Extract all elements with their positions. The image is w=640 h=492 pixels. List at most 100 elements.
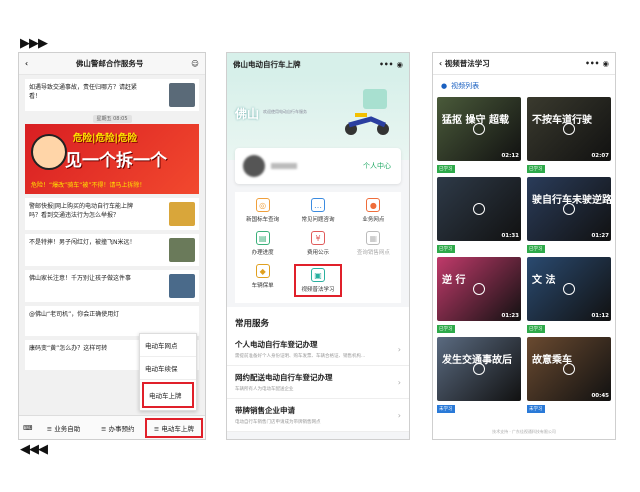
service-item[interactable]: 个人电动自行车登记办理 需提前准备好个人身份证明、购车发票、车辆合格证、销售机构.… xyxy=(227,333,409,366)
app-title: 佛山电动自行车上牌 xyxy=(233,59,301,69)
message-item[interactable]: 如遇导致交通事故，责任归哪方？请赶紧看！ xyxy=(25,79,199,111)
phone-wechat-account: ‹ 佛山警邮合作服务号 ☺ 如遇导致交通事故，责任归哪方？请赶紧看！ 星期五 0… xyxy=(18,52,206,440)
video-duration: 02:07 xyxy=(591,153,609,159)
chevron-right-icon: › xyxy=(397,345,401,354)
keyboard-icon[interactable]: ⌨ xyxy=(19,424,36,432)
city-name: 佛山 xyxy=(235,107,260,121)
video-item[interactable]: 故意乘车 00:45 未学习 xyxy=(527,337,611,413)
thumbnail xyxy=(169,238,195,262)
back-arrows: ◀◀◀ xyxy=(20,442,48,457)
avatar xyxy=(243,155,265,177)
back-icon[interactable]: ‹ xyxy=(25,59,28,68)
play-icon xyxy=(473,123,485,135)
play-icon xyxy=(473,203,485,215)
grid-item[interactable]: ◎ 新国标车查询 xyxy=(235,198,290,223)
status-badge: 已学习 xyxy=(437,325,455,333)
video-thumbnail: 驶自行车未驶逆路 01:27 xyxy=(527,177,611,241)
status-badge: 未学习 xyxy=(437,405,455,413)
fee-icon: ¥ xyxy=(310,231,325,245)
play-icon xyxy=(563,363,575,375)
user-card[interactable]: 个人中心 xyxy=(235,148,401,184)
thumbnail xyxy=(169,202,195,226)
profile-icon[interactable]: ☺ xyxy=(191,59,199,68)
thumbnail xyxy=(169,83,195,107)
video-duration: 01:27 xyxy=(591,233,609,239)
status-badge: 已学习 xyxy=(527,325,545,333)
status-badge: 已学习 xyxy=(437,245,455,253)
grid-item[interactable]: … 常见问题咨询 xyxy=(290,198,345,223)
video-duration: 01:23 xyxy=(501,313,519,319)
message-item[interactable]: 警邮快报|网上购买的电动自行车能上牌吗？看到交通违法行为怎么举报？ xyxy=(25,198,199,230)
menu-item-registration[interactable]: 电动车上牌 xyxy=(142,382,194,408)
section-title: 常用服务 xyxy=(227,307,409,333)
service-grid: ◎ 新国标车查询 … 常见问题咨询 ● 业务网点 ▤ 办理进度 ¥ 费用公示 ▦ 查询销售网… xyxy=(235,192,401,303)
submenu-popup: 电动车网点 电动车续保 电动车上牌 xyxy=(139,333,197,411)
grid-item[interactable]: ¥ 费用公示 xyxy=(290,231,345,256)
play-icon xyxy=(473,363,485,375)
cartoon-face-icon xyxy=(31,134,67,170)
menu-item-outlets[interactable]: 电动车网点 xyxy=(140,334,196,357)
tab-appointment[interactable]: ≡ 办事预约 xyxy=(91,423,145,433)
play-icon xyxy=(563,203,575,215)
video-thumbnail: 不按车道行驶 02:07 xyxy=(527,97,611,161)
grid-item[interactable]: ▦ 查询销售网点 xyxy=(346,231,401,256)
message-item[interactable]: 不是特摔！男子闯红灯，被撞飞N米远！ xyxy=(25,234,199,266)
account-title: 佛山警邮合作服务号 xyxy=(75,59,144,68)
shield-icon: ◆ xyxy=(255,264,270,278)
video-thumbnail: 逆 行 01:23 xyxy=(437,257,521,321)
personal-center-link[interactable]: 个人中心 xyxy=(363,161,391,171)
list-icon: ● xyxy=(441,82,448,90)
video-duration: 00:45 xyxy=(591,393,609,399)
phone-miniprogram-home: 佛山电动自行车上牌 ••• ◉ 佛山 欢迎使用电动自行车服务 个人中心 ◎ 新国标车… xyxy=(226,52,410,440)
capsule-menu[interactable]: ••• ◉ xyxy=(379,60,403,69)
video-item[interactable]: 发生交通事故后 未学习 xyxy=(437,337,521,413)
video-thumbnail: 01:31 xyxy=(437,177,521,241)
forward-arrows: ▶▶▶ xyxy=(20,36,48,51)
grid-item-video-learning[interactable]: ▣ 视频普法学习 xyxy=(294,264,342,297)
chevron-right-icon: › xyxy=(397,378,401,387)
video-caption: 逆 行 xyxy=(442,275,466,286)
chevron-right-icon: › xyxy=(397,411,401,420)
scooter-illustration-icon xyxy=(345,89,389,135)
service-item[interactable]: 带牌销售企业申请 电动自行车销售门店申请成为带牌销售网点 › xyxy=(227,399,409,432)
footer: 技术支持 · 广东佳视通科技有限公司 xyxy=(492,429,556,434)
video-item[interactable]: 01:31 已学习 xyxy=(437,177,521,253)
status-badge: 已学习 xyxy=(437,165,455,173)
tab-self-service[interactable]: ≡ 业务自助 xyxy=(36,423,90,433)
grid-item[interactable]: ◆ 车辆保单 xyxy=(235,264,290,297)
message-item[interactable]: @佛山“老司机”，你会正确使用灯 xyxy=(25,306,199,336)
service-item[interactable]: 网约配送电动自行车登记办理 车辆所有人为电动车配送企业 › xyxy=(227,366,409,399)
close-icon: ◉ xyxy=(396,59,403,69)
phone-video-list: ‹ 视频普法学习 ••• ◉ ● 视频列表 猛抠 操守 超载 02:12 已学习 不按车道… xyxy=(432,52,616,440)
video-thumbnail: 猛抠 操守 超载 02:12 xyxy=(437,97,521,161)
video-item[interactable]: 逆 行 01:23 已学习 xyxy=(437,257,521,333)
bottom-menu: ⌨ ≡ 业务自助 ≡ 办事预约 ≡ 电动车上牌 xyxy=(19,415,205,439)
more-icon: ••• xyxy=(379,59,394,69)
video-icon: ▣ xyxy=(310,268,325,282)
close-icon: ◉ xyxy=(602,59,609,68)
video-caption: 文 法 xyxy=(532,275,556,286)
video-duration: 01:31 xyxy=(501,233,519,239)
menu-item-insurance[interactable]: 电动车续保 xyxy=(140,357,196,380)
nav-bar: 佛山电动自行车上牌 ••• ◉ xyxy=(227,53,409,75)
grid-item[interactable]: ● 业务网点 xyxy=(346,198,401,223)
video-thumbnail: 文 法 01:12 xyxy=(527,257,611,321)
back-icon[interactable]: ‹ 视频普法学习 xyxy=(439,58,490,69)
video-duration: 02:12 xyxy=(501,153,519,159)
video-item[interactable]: 不按车道行驶 02:07 已学习 xyxy=(527,97,611,173)
video-item[interactable]: 驶自行车未驶逆路 01:27 已学习 xyxy=(527,177,611,253)
video-thumbnail: 故意乘车 00:45 xyxy=(527,337,611,401)
chat-icon: … xyxy=(310,198,325,212)
message-item[interactable]: 佛山家长注意！千万别让孩子做这件事 xyxy=(25,270,199,302)
status-badge: 已学习 xyxy=(527,165,545,173)
warning-banner[interactable]: 危险|危险|危险 见一个拆一个 危险！“爆改”骑车“被”不得！请马上拆除！ xyxy=(25,124,199,194)
grid-item[interactable]: ▤ 办理进度 xyxy=(235,231,290,256)
tab-ebike-registration[interactable]: ≡ 电动车上牌 xyxy=(144,417,203,438)
list-header: ● 视频列表 xyxy=(441,82,480,90)
nav-bar: ‹ 佛山警邮合作服务号 ☺ xyxy=(19,53,205,75)
video-item[interactable]: 文 法 01:12 已学习 xyxy=(527,257,611,333)
status-badge: 未学习 xyxy=(527,405,545,413)
video-item[interactable]: 猛抠 操守 超载 02:12 已学习 xyxy=(437,97,521,173)
capsule-menu[interactable]: ••• ◉ xyxy=(585,59,609,68)
more-icon: ••• xyxy=(585,59,600,68)
